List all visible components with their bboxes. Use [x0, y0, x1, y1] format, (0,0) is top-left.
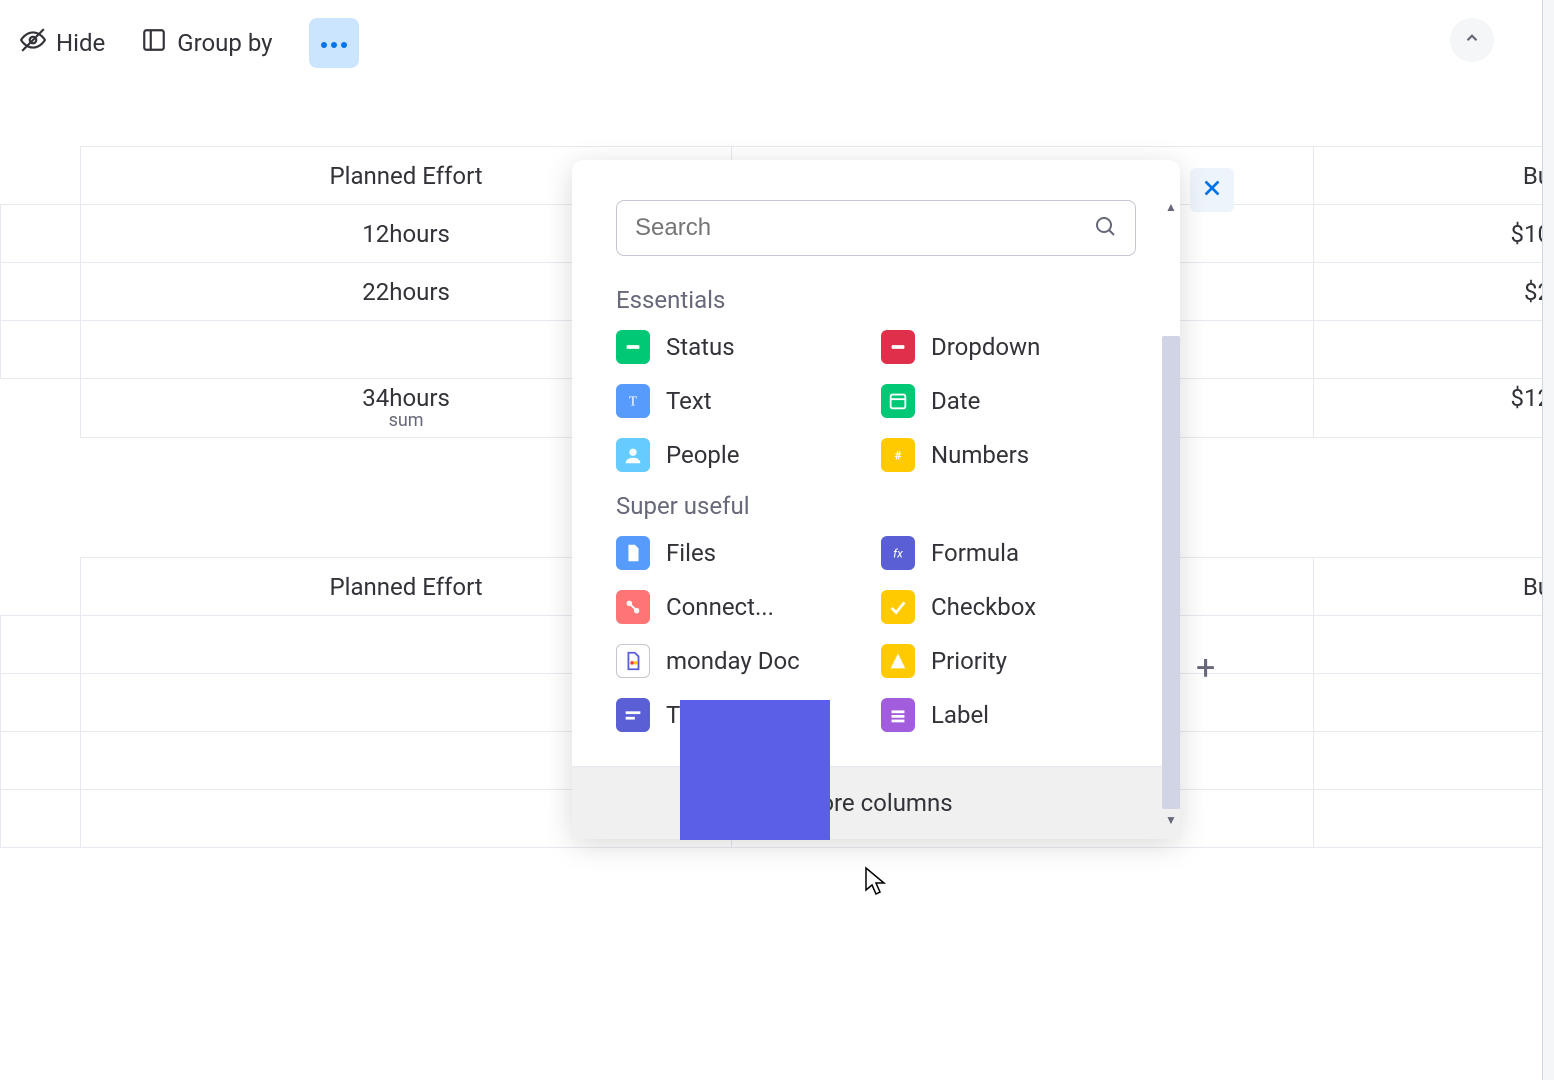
- column-type-people[interactable]: People: [616, 438, 871, 472]
- column-type-label: Status: [666, 333, 735, 361]
- agg-label: s: [1314, 411, 1551, 431]
- more-columns-button[interactable]: More columns: [572, 766, 1180, 839]
- column-type-doc[interactable]: monday Doc: [616, 644, 871, 678]
- cell-budget[interactable]: $2: [1313, 263, 1553, 321]
- dropdown-icon: [881, 330, 915, 364]
- group-by-button[interactable]: Group by: [141, 27, 272, 59]
- close-icon: [1201, 177, 1223, 203]
- column-type-timeline[interactable]: Timeli: [616, 698, 871, 732]
- scroll-thumb[interactable]: [1162, 336, 1180, 809]
- column-type-text[interactable]: T Text: [616, 384, 871, 418]
- column-type-dropdown[interactable]: Dropdown: [881, 330, 1136, 364]
- add-column-button[interactable]: +: [1196, 648, 1215, 688]
- files-icon: [616, 536, 650, 570]
- doc-icon: [616, 644, 650, 678]
- column-type-label: Formula: [931, 539, 1019, 567]
- section-essentials-title: Essentials: [616, 286, 1136, 314]
- plus-icon: +: [1196, 648, 1215, 688]
- cursor-icon: [862, 866, 890, 898]
- column-type-label: Dropdown: [931, 333, 1040, 361]
- column-header-budget[interactable]: Bu: [1313, 147, 1553, 205]
- section-super-useful-title: Super useful: [616, 492, 1136, 520]
- column-type-label: Label: [931, 701, 989, 729]
- formula-icon: fx: [881, 536, 915, 570]
- search-icon: [1093, 214, 1117, 242]
- eye-off-icon: [20, 27, 46, 59]
- dots-icon: [320, 34, 348, 53]
- column-type-label: Priority: [931, 647, 1007, 675]
- column-type-label: Files: [666, 539, 716, 567]
- column-type-connect[interactable]: Connect...: [616, 590, 871, 624]
- column-type-files[interactable]: Files: [616, 536, 871, 570]
- close-button[interactable]: [1190, 168, 1234, 212]
- cell-budget[interactable]: $10: [1313, 205, 1553, 263]
- hide-button[interactable]: Hide: [20, 27, 105, 59]
- column-type-status[interactable]: Status: [616, 330, 871, 364]
- right-scrollbar-gutter: [1542, 0, 1554, 1080]
- column-type-checkbox[interactable]: Checkbox: [881, 590, 1136, 624]
- column-type-numbers[interactable]: # Numbers: [881, 438, 1136, 472]
- column-type-label: People: [666, 441, 739, 469]
- priority-icon: [881, 644, 915, 678]
- more-options-button[interactable]: [309, 18, 359, 68]
- column-type-label: Checkbox: [931, 593, 1036, 621]
- svg-text:T: T: [629, 394, 638, 409]
- scroll-up-icon[interactable]: ▲: [1162, 200, 1180, 214]
- column-type-label: monday Doc: [666, 647, 800, 675]
- column-type-picker: Essentials Status Dropdown T Text Date People…: [572, 160, 1180, 839]
- checkbox-icon: [881, 590, 915, 624]
- column-header-budget[interactable]: Bu: [1313, 558, 1553, 616]
- group-by-label: Group by: [177, 29, 272, 57]
- column-type-label[interactable]: Label: [881, 698, 1136, 732]
- people-icon: [616, 438, 650, 472]
- scroll-down-icon[interactable]: ▼: [1162, 813, 1180, 827]
- column-type-date[interactable]: Date: [881, 384, 1136, 418]
- toolbar: Hide Group by: [0, 0, 1554, 86]
- column-type-label: Timeli: [666, 701, 732, 729]
- status-icon: [616, 330, 650, 364]
- date-icon: [881, 384, 915, 418]
- svg-text:#: #: [894, 449, 901, 463]
- hide-label: Hide: [56, 29, 105, 57]
- label-icon: [881, 698, 915, 732]
- group-by-icon: [141, 27, 167, 59]
- scrollbar[interactable]: ▲ ▼: [1162, 200, 1180, 827]
- column-type-formula[interactable]: fx Formula: [881, 536, 1136, 570]
- collapse-button[interactable]: [1450, 18, 1494, 62]
- total-budget: $12: [1314, 385, 1551, 411]
- timeline-icon: [616, 698, 650, 732]
- text-icon: T: [616, 384, 650, 418]
- column-type-label: Numbers: [931, 441, 1029, 469]
- column-type-label: Date: [931, 387, 980, 415]
- svg-text:fx: fx: [893, 547, 903, 561]
- search-input-wrapper[interactable]: [616, 200, 1136, 256]
- numbers-icon: #: [881, 438, 915, 472]
- search-input[interactable]: [635, 214, 1093, 242]
- connect-icon: [616, 590, 650, 624]
- column-type-label: Connect...: [666, 593, 774, 621]
- chevron-up-icon: [1463, 29, 1481, 51]
- column-type-label: Text: [666, 387, 712, 415]
- column-type-priority[interactable]: Priority: [881, 644, 1136, 678]
- more-columns-label: More columns: [799, 789, 952, 817]
